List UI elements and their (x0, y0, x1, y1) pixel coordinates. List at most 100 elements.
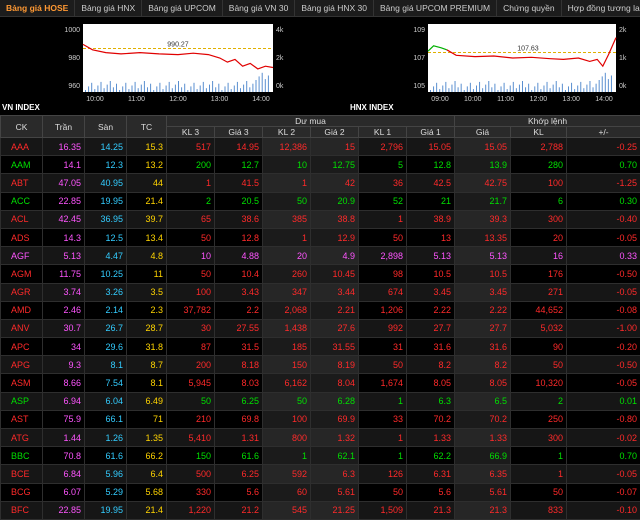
y2-tick-label: 0k (276, 83, 284, 90)
ticker-cell[interactable]: ASP (1, 392, 43, 410)
ticker-cell[interactable]: ABT (1, 174, 43, 192)
ticker-cell[interactable]: BBC (1, 447, 43, 465)
col-kl2[interactable]: KL 2 (263, 127, 311, 138)
table-row[interactable]: ASP6.946.046.49506.25506.2816.36.520.01 (1, 392, 640, 410)
col-gia1[interactable]: Giá 1 (407, 127, 455, 138)
table-row[interactable]: ACL42.4536.9539.76538.638538.8138.939.33… (1, 210, 640, 228)
table-cell: 22.85 (43, 501, 85, 519)
volume-bar (583, 88, 584, 92)
col-tc[interactable]: TC (127, 116, 167, 138)
table-cell: 21.25 (311, 501, 359, 519)
table-cell: 150 (263, 356, 311, 374)
table-cell: 4.47 (85, 247, 127, 265)
ticker-cell[interactable]: ACL (1, 210, 43, 228)
volume-bar (175, 85, 176, 92)
ticker-cell[interactable]: BFC (1, 501, 43, 519)
volume-bar (187, 90, 188, 92)
table-row[interactable]: BCG6.075.295.683305.6605.61505.65.6150-0… (1, 483, 640, 501)
volume-bar (144, 81, 145, 92)
table-row[interactable]: AGF5.134.474.8104.88204.92,8985.135.1316… (1, 247, 640, 265)
table-cell: 992 (359, 319, 407, 337)
tab-5[interactable]: Bảng giá UPCOM PREMIUM (374, 0, 497, 16)
table-cell: 2 (511, 392, 567, 410)
table-row[interactable]: AGR3.743.263.51003.433473.446743.453.452… (1, 283, 640, 301)
table-row[interactable]: ADS14.312.513.45012.8112.9501313.3520-0.… (1, 228, 640, 246)
table-cell: 347 (263, 283, 311, 301)
volume-bar (113, 87, 114, 92)
ticker-cell[interactable]: ACC (1, 192, 43, 210)
table-row[interactable]: BFC22.8519.9521.41,22021.254521.251,5092… (1, 501, 640, 519)
volume-bar (562, 84, 563, 92)
ticker-cell[interactable]: AGF (1, 247, 43, 265)
table-cell: 22.85 (43, 192, 85, 210)
table-cell: 27.7 (407, 319, 455, 337)
table-row[interactable]: ATG1.441.261.355,4101.318001.3211.331.33… (1, 429, 640, 447)
table-row[interactable]: BBC70.861.666.215061.6162.1162.266.910.7… (1, 447, 640, 465)
table-row[interactable]: AGM11.7510.25115010.426010.459810.510.51… (1, 265, 640, 283)
table-row[interactable]: ACC22.8519.9521.4220.55020.9522121.760.3… (1, 192, 640, 210)
col-kl3[interactable]: KL 3 (167, 127, 215, 138)
x-tick-label: 10:00 (86, 96, 104, 102)
tab-6[interactable]: Chứng quyền (497, 0, 562, 16)
tab-2[interactable]: Bảng giá UPCOM (142, 0, 223, 16)
ticker-cell[interactable]: ADS (1, 228, 43, 246)
volume-bar (85, 90, 86, 92)
col-kl1[interactable]: KL 1 (359, 127, 407, 138)
tab-3[interactable]: Bảng giá VN 30 (223, 0, 296, 16)
table-cell: 8.18 (215, 356, 263, 374)
table-cell: 5.96 (85, 465, 127, 483)
ticker-cell[interactable]: AAA (1, 138, 43, 156)
table-cell: 29.6 (85, 338, 127, 356)
ticker-cell[interactable]: AMD (1, 301, 43, 319)
volume-bar (200, 86, 201, 93)
hnx-index-label: HNX INDEX (350, 103, 394, 112)
table-cell: 1.32 (311, 429, 359, 447)
table-cell: 1,220 (167, 501, 215, 519)
ticker-cell[interactable]: BCG (1, 483, 43, 501)
ticker-cell[interactable]: BCE (1, 465, 43, 483)
table-row[interactable]: AMD2.462.142.337,7822.22,0682.211,2062.2… (1, 301, 640, 319)
table-row[interactable]: ABT47.0540.9544141.51423642.542.75100-1.… (1, 174, 640, 192)
table-cell: 41.5 (215, 174, 263, 192)
col-gia2[interactable]: Giá 2 (311, 127, 359, 138)
table-cell: 200 (167, 156, 215, 174)
col-kl[interactable]: KL (511, 127, 567, 138)
table-cell: 27.55 (215, 319, 263, 337)
ticker-cell[interactable]: ATG (1, 429, 43, 447)
col-gia[interactable]: Giá (455, 127, 511, 138)
ticker-cell[interactable]: AAM (1, 156, 43, 174)
col-san[interactable]: Sàn (85, 116, 127, 138)
table-row[interactable]: AAA16.3514.2515.351714.9512,386152,79615… (1, 138, 640, 156)
table-cell: 176 (511, 265, 567, 283)
tab-7[interactable]: Hợp đồng tương lai (562, 0, 640, 16)
volume-bar (553, 85, 554, 92)
table-cell: 1,674 (359, 374, 407, 392)
ticker-cell[interactable]: AGR (1, 283, 43, 301)
table-row[interactable]: ASM8.667.548.15,9458.036,1628.041,6748.0… (1, 374, 640, 392)
tab-1[interactable]: Bảng giá HNX (75, 0, 142, 16)
ticker-cell[interactable]: APG (1, 356, 43, 374)
col-ck[interactable]: CK (1, 116, 43, 138)
table-row[interactable]: APC3429.631.88731.518531.553131.631.690-… (1, 338, 640, 356)
volume-bar (467, 86, 468, 92)
volume-bar (163, 89, 164, 92)
table-cell: 47.05 (43, 174, 85, 192)
table-row[interactable]: AST75.966.17121069.810069.93370.270.2250… (1, 410, 640, 428)
col-tran[interactable]: Trần (43, 116, 85, 138)
col-change[interactable]: +/- (567, 127, 640, 138)
ticker-cell[interactable]: ANV (1, 319, 43, 337)
ticker-cell[interactable]: ASM (1, 374, 43, 392)
table-row[interactable]: AAM14.112.313.220012.71012.75512.813.928… (1, 156, 640, 174)
table-row[interactable]: BCE6.845.966.45006.255926.31266.316.351-… (1, 465, 640, 483)
x-tick-label: 10:00 (464, 96, 482, 102)
ticker-cell[interactable]: AST (1, 410, 43, 428)
ticker-cell[interactable]: AGM (1, 265, 43, 283)
table-row[interactable]: ANV30.726.728.73027.551,43827.699227.727… (1, 319, 640, 337)
table-cell: 2.22 (407, 301, 455, 319)
col-gia3[interactable]: Giá 3 (215, 127, 263, 138)
tab-4[interactable]: Bảng giá HNX 30 (295, 0, 374, 16)
volume-bar (445, 82, 446, 92)
tab-0[interactable]: Bảng giá HOSE (0, 0, 75, 16)
table-row[interactable]: APG9.38.18.72008.181508.19508.28.250-0.5… (1, 356, 640, 374)
ticker-cell[interactable]: APC (1, 338, 43, 356)
